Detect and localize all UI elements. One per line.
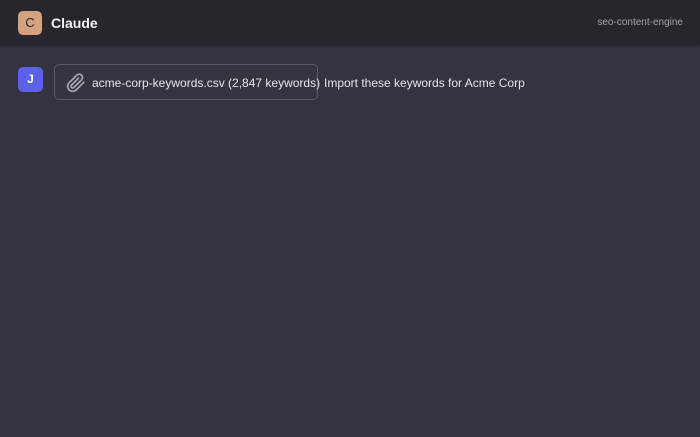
workspace-name: seo-content-engine: [597, 17, 683, 28]
message-text: Import these keywords for Acme Corp: [324, 76, 525, 90]
attachment-chip[interactable]: acme-corp-keywords.csv (2,847 keywords): [54, 64, 321, 100]
app-header: C Claude seo-content-engine: [0, 0, 700, 45]
paperclip-icon: [66, 73, 86, 93]
app-avatar: C: [18, 11, 42, 35]
attachment-filename: acme-corp-keywords.csv (2,847 keywords): [92, 76, 321, 90]
app-title: Claude: [51, 15, 98, 31]
user-avatar: J: [18, 67, 43, 92]
user-message: J acme-corp-keywords.csv (2,847 keywords…: [0, 64, 700, 104]
